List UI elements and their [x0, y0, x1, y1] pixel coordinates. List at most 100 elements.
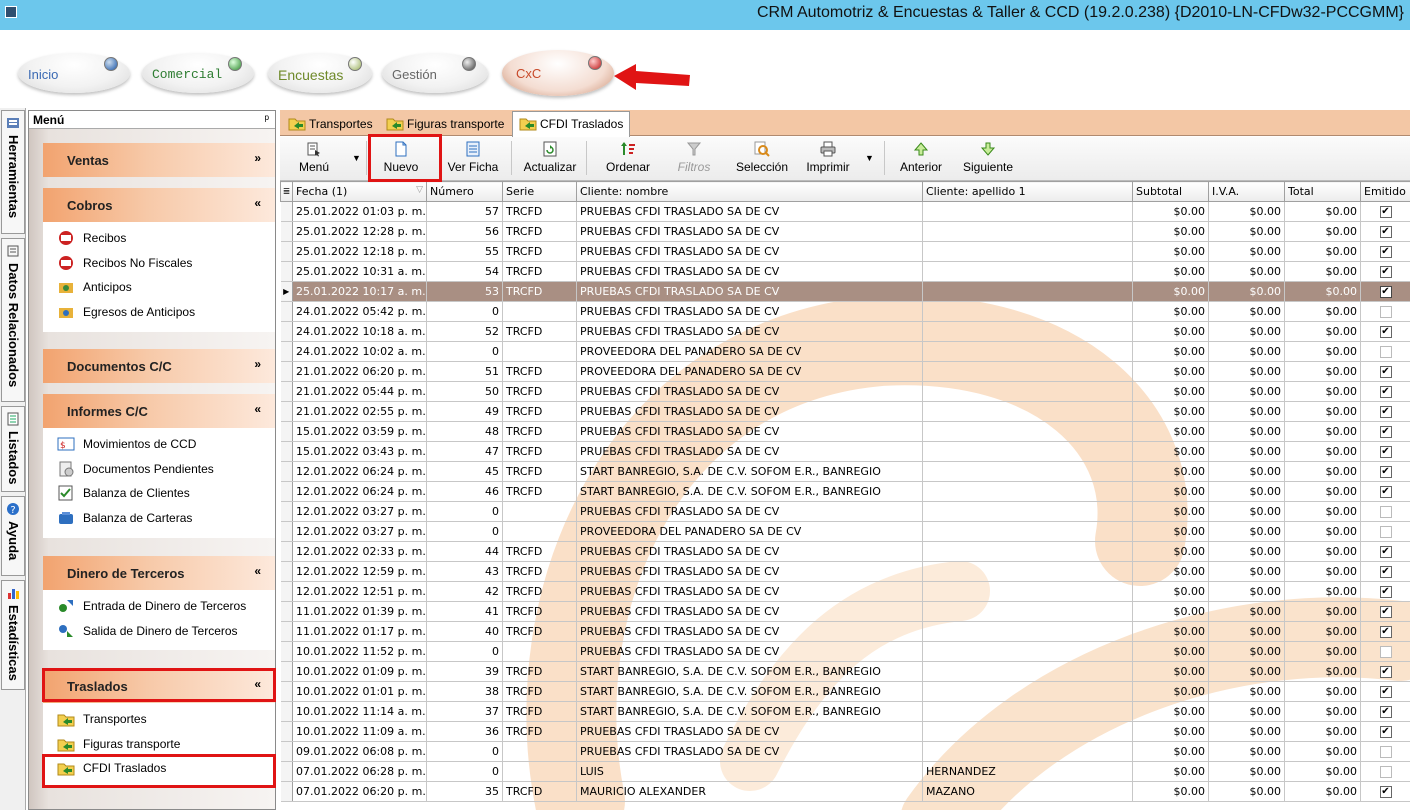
checked-checkbox[interactable]: ✔: [1379, 486, 1392, 498]
cell-numero[interactable]: 35: [426, 781, 503, 802]
cell-emitido[interactable]: ✔: [1360, 401, 1410, 422]
menu-group-header[interactable]: Informes C/C «: [43, 394, 275, 428]
cell-subtotal[interactable]: $0.00: [1132, 461, 1209, 482]
menu-item-balanza-de-clientes[interactable]: Balanza de Clientes: [43, 481, 275, 506]
table-row[interactable]: 21.01.2022 02:55 p. m. 49 TRCFD PRUEBAS CFD…: [280, 401, 1410, 422]
cell-total[interactable]: $0.00: [1284, 521, 1361, 542]
cell-emitido[interactable]: ✔: [1360, 721, 1410, 742]
checked-checkbox[interactable]: ✔: [1379, 226, 1392, 238]
table-row[interactable]: 07.01.2022 06:28 p. m. 0 LUIS HERNANDEZ $0.0…: [280, 761, 1410, 782]
cell-numero[interactable]: 43: [426, 561, 503, 582]
cell-cliente-nombre[interactable]: START BANREGIO, S.A. DE C.V. SOFOM E.R.,…: [576, 461, 923, 482]
cell-subtotal[interactable]: $0.00: [1132, 681, 1209, 702]
cell-cliente-apellido[interactable]: [922, 461, 1133, 482]
cell-iva[interactable]: $0.00: [1208, 201, 1285, 222]
cell-emitido[interactable]: ✔: [1360, 261, 1410, 282]
row-indicator[interactable]: [280, 201, 293, 222]
cell-iva[interactable]: $0.00: [1208, 461, 1285, 482]
cell-fecha[interactable]: 24.01.2022 10:02 a. m.: [292, 341, 427, 362]
cell-subtotal[interactable]: $0.00: [1132, 541, 1209, 562]
table-row[interactable]: 21.01.2022 06:20 p. m. 51 TRCFD PROVEEDORA …: [280, 361, 1410, 382]
cell-total[interactable]: $0.00: [1284, 361, 1361, 382]
table-row[interactable]: 24.01.2022 05:42 p. m. 0 PRUEBAS CFDI TRAS…: [280, 301, 1410, 322]
cell-numero[interactable]: 37: [426, 701, 503, 722]
menu-dropdown-arrow-icon[interactable]: ▼: [352, 153, 361, 163]
cell-total[interactable]: $0.00: [1284, 621, 1361, 642]
cell-cliente-nombre[interactable]: PRUEBAS CFDI TRASLADO SA DE CV: [576, 261, 923, 282]
cell-serie[interactable]: TRCFD: [502, 261, 577, 282]
cell-emitido[interactable]: ✔: [1360, 361, 1410, 382]
cell-serie[interactable]: [502, 501, 577, 522]
cell-iva[interactable]: $0.00: [1208, 381, 1285, 402]
cell-cliente-apellido[interactable]: [922, 301, 1133, 322]
cell-cliente-nombre[interactable]: PRUEBAS CFDI TRASLADO SA DE CV: [576, 641, 923, 662]
cell-subtotal[interactable]: $0.00: [1132, 741, 1209, 762]
cell-subtotal[interactable]: $0.00: [1132, 361, 1209, 382]
row-indicator[interactable]: [280, 561, 293, 582]
cell-serie[interactable]: TRCFD: [502, 421, 577, 442]
cell-total[interactable]: $0.00: [1284, 201, 1361, 222]
cell-numero[interactable]: 44: [426, 541, 503, 562]
cell-cliente-apellido[interactable]: [922, 521, 1133, 542]
cell-serie[interactable]: [502, 301, 577, 322]
cell-serie[interactable]: [502, 641, 577, 662]
cell-fecha[interactable]: 12.01.2022 02:33 p. m.: [292, 541, 427, 562]
cell-iva[interactable]: $0.00: [1208, 561, 1285, 582]
cell-total[interactable]: $0.00: [1284, 761, 1361, 782]
cell-emitido[interactable]: ✔: [1360, 421, 1410, 442]
cell-cliente-apellido[interactable]: [922, 441, 1133, 462]
cell-fecha[interactable]: 15.01.2022 03:43 p. m.: [292, 441, 427, 462]
cell-cliente-nombre[interactable]: PRUEBAS CFDI TRASLADO SA DE CV: [576, 561, 923, 582]
cell-iva[interactable]: $0.00: [1208, 721, 1285, 742]
cell-cliente-apellido[interactable]: [922, 361, 1133, 382]
column-header-fecha[interactable]: Fecha (1) ▽: [292, 181, 427, 202]
row-indicator[interactable]: [280, 701, 293, 722]
module-cxc-button[interactable]: CxC: [502, 50, 614, 96]
table-row[interactable]: 07.01.2022 06:20 p. m. 35 TRCFD MAURICIO AL…: [280, 781, 1410, 802]
cell-subtotal[interactable]: $0.00: [1132, 301, 1209, 322]
side-tab-estadisticas[interactable]: Estadísticas: [1, 580, 25, 690]
cell-cliente-nombre[interactable]: PRUEBAS CFDI TRASLADO SA DE CV: [576, 501, 923, 522]
cell-numero[interactable]: 57: [426, 201, 503, 222]
row-indicator[interactable]: [280, 241, 293, 262]
column-header-numero[interactable]: Número: [426, 181, 503, 202]
cell-serie[interactable]: TRCFD: [502, 241, 577, 262]
table-row[interactable]: 10.01.2022 01:01 p. m. 38 TRCFD START BANRE…: [280, 681, 1410, 702]
cell-emitido[interactable]: ✔: [1360, 541, 1410, 562]
cell-total[interactable]: $0.00: [1284, 581, 1361, 602]
checked-checkbox[interactable]: ✔: [1379, 406, 1392, 418]
cell-cliente-apellido[interactable]: [922, 621, 1133, 642]
cell-fecha[interactable]: 25.01.2022 10:17 a. m.: [292, 281, 427, 302]
cell-total[interactable]: $0.00: [1284, 481, 1361, 502]
cell-cliente-nombre[interactable]: PRUEBAS CFDI TRASLADO SA DE CV: [576, 581, 923, 602]
checked-checkbox[interactable]: ✔: [1379, 206, 1392, 218]
cell-total[interactable]: $0.00: [1284, 341, 1361, 362]
cell-fecha[interactable]: 25.01.2022 10:31 a. m.: [292, 261, 427, 282]
cell-fecha[interactable]: 21.01.2022 06:20 p. m.: [292, 361, 427, 382]
cell-iva[interactable]: $0.00: [1208, 621, 1285, 642]
cell-cliente-apellido[interactable]: [922, 601, 1133, 622]
cell-emitido[interactable]: ✔: [1360, 221, 1410, 242]
cell-cliente-nombre[interactable]: LUIS: [576, 761, 923, 782]
checked-checkbox[interactable]: ✔: [1379, 246, 1392, 258]
column-header-emitido[interactable]: Emitido: [1360, 181, 1410, 202]
table-row[interactable]: 11.01.2022 01:39 p. m. 41 TRCFD PRUEBAS CFD…: [280, 601, 1410, 622]
ver-ficha-button[interactable]: Ver Ficha: [446, 139, 500, 179]
checked-checkbox[interactable]: ✔: [1379, 606, 1392, 618]
cell-iva[interactable]: $0.00: [1208, 681, 1285, 702]
cell-numero[interactable]: 51: [426, 361, 503, 382]
cell-cliente-apellido[interactable]: [922, 261, 1133, 282]
row-indicator[interactable]: [280, 541, 293, 562]
table-row[interactable]: 24.01.2022 10:18 a. m. 52 TRCFD PRUEBAS CFD…: [280, 321, 1410, 342]
cell-total[interactable]: $0.00: [1284, 321, 1361, 342]
checked-checkbox[interactable]: ✔: [1379, 286, 1392, 298]
side-tab-ayuda[interactable]: ? Ayuda: [1, 496, 25, 576]
cell-iva[interactable]: $0.00: [1208, 601, 1285, 622]
table-row[interactable]: 15.01.2022 03:43 p. m. 47 TRCFD PRUEBAS CFD…: [280, 441, 1410, 462]
cell-cliente-nombre[interactable]: PRUEBAS CFDI TRASLADO SA DE CV: [576, 301, 923, 322]
cell-serie[interactable]: TRCFD: [502, 281, 577, 302]
cell-iva[interactable]: $0.00: [1208, 321, 1285, 342]
menu-item-recibos[interactable]: Recibos: [43, 226, 275, 251]
tab-transportes[interactable]: Transportes: [282, 112, 379, 136]
menu-item-anticipos[interactable]: Anticipos: [43, 275, 275, 300]
